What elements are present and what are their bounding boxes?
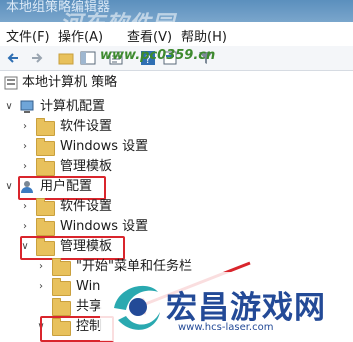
chevron-right-icon[interactable]: › [20,156,30,178]
menu-help[interactable]: 帮助(H) [181,26,227,45]
up-folder-icon[interactable] [58,50,74,66]
folder-icon [52,278,71,296]
watermark-logo-url: www.hcs-laser.com [178,322,274,333]
folder-icon [36,118,55,136]
folder-icon [52,258,71,276]
title-bar: 本地组策略编辑器 [0,0,353,22]
tree-label-uc-windows: Windows 设置 [60,219,149,234]
tree-label-root: 本地计算机 策略 [22,75,118,90]
chevron-right-icon[interactable]: › [20,196,30,218]
logo-mark-icon [114,285,160,330]
folder-icon [36,138,55,156]
folder-icon [36,198,55,216]
chevron-right-icon[interactable]: › [20,136,30,158]
chevron-right-icon[interactable]: › [36,276,46,298]
tree-label-windows-components: Win [76,279,101,294]
chevron-down-icon[interactable]: ∨ [4,176,14,198]
folder-icon [52,298,71,316]
folder-icon [36,158,55,176]
chevron-right-icon[interactable]: › [20,216,30,238]
tree-label-shared-folders: 共享 [76,299,103,314]
menu-action[interactable]: 操作(A) [58,26,103,45]
computer-icon [20,100,34,114]
computer-policy-icon [4,76,18,90]
menu-bar: 文件(F) 操作(A) 查看(V) 帮助(H) [0,22,353,46]
tree-label-uc-software: 软件设置 [60,199,113,214]
menu-file[interactable]: 文件(F) [6,26,50,45]
tree-label-computer-config: 计算机配置 [40,99,106,114]
forward-icon[interactable] [28,50,44,66]
folder-icon [36,218,55,236]
chevron-right-icon[interactable]: › [20,116,30,138]
watermark-logo-text: 宏昌游戏网 [166,290,326,326]
menu-view[interactable]: 查看(V) [127,26,172,45]
back-icon[interactable] [6,50,22,66]
chevron-down-icon[interactable]: ∨ [4,96,14,118]
tree-label-cc-windows: Windows 设置 [60,139,149,154]
chevron-right-icon[interactable]: › [36,256,46,278]
show-hide-tree-icon[interactable] [80,50,96,66]
tree-label-cc-admin: 管理模板 [60,159,113,174]
watermark-url: www.pc0359.cn [100,48,216,63]
tree-label-cc-software: 软件设置 [60,119,113,134]
